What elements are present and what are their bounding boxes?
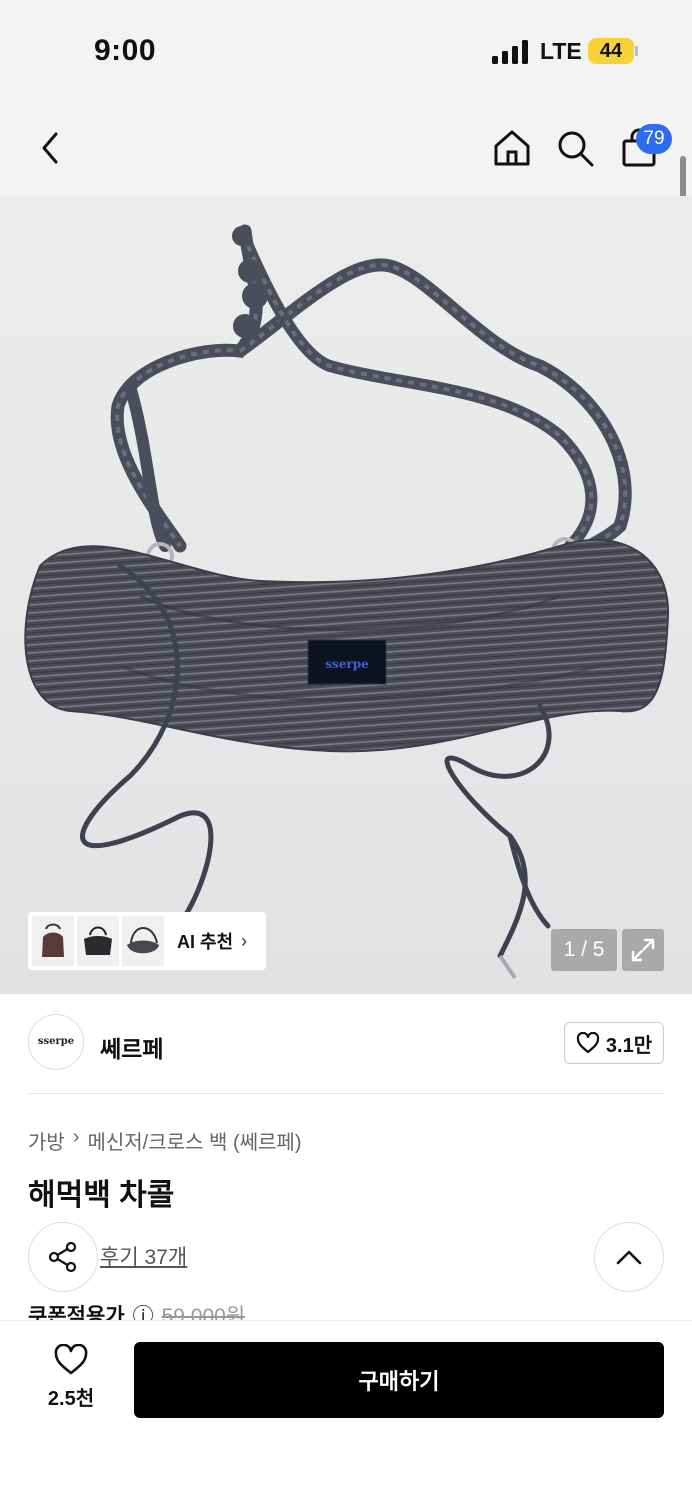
wish-count: 2.5천 — [47, 1388, 95, 1410]
battery-tip — [635, 46, 638, 56]
breadcrumb: 가방 › 메신저/크로스 백 (쎄르페) — [28, 1126, 301, 1155]
brand-name[interactable]: 쎄르페 — [100, 1030, 163, 1064]
chevron-right-icon: › — [72, 1126, 80, 1148]
search-button[interactable] — [553, 126, 597, 170]
breadcrumb-item-subcategory[interactable]: 메신저/크로스 백 (쎄르페) — [87, 1126, 301, 1155]
coupon-price-label: 쿠폰적용가 — [28, 1305, 125, 1320]
info-icon[interactable]: ⓘ — [133, 1300, 154, 1320]
brand-like-button[interactable]: 3.1만 — [564, 1022, 664, 1064]
home-button[interactable] — [490, 126, 534, 170]
bag-label-text: sserpe — [325, 657, 369, 671]
cart-badge: 79 — [636, 124, 672, 154]
ai-recommend-label: AI 추천 — [177, 932, 234, 952]
heart-icon — [54, 1344, 88, 1375]
ai-thumb-3[interactable] — [122, 916, 164, 966]
battery-icon: 44 — [588, 38, 634, 64]
breadcrumb-item-category[interactable]: 가방 — [28, 1126, 65, 1155]
heart-icon — [576, 1032, 600, 1054]
brand-logo[interactable]: sserpe — [28, 1014, 84, 1070]
status-time: 9:00 — [94, 34, 157, 67]
review-link[interactable]: 후기 37개 — [100, 1241, 187, 1271]
status-bar: 9:00 LTE 44 — [0, 0, 692, 100]
back-icon — [42, 132, 58, 164]
price-row: 쿠폰적용가 ⓘ 59,000원 — [28, 1300, 245, 1320]
home-icon — [494, 130, 530, 166]
network-label: LTE — [540, 38, 582, 64]
brand-logo-text: sserpe — [37, 1036, 75, 1047]
bag-illustration: sserpe — [24, 224, 670, 980]
back-button[interactable] — [28, 126, 72, 170]
original-price: 59,000원 — [161, 1305, 246, 1320]
brand-row: sserpe 쎄르페 3.1만 — [28, 1014, 664, 1074]
ai-thumb-2[interactable] — [77, 916, 119, 966]
expand-button[interactable] — [622, 929, 664, 971]
nav-bar — [0, 100, 692, 196]
image-page-counter: 1 / 5 — [551, 929, 617, 971]
brand-like-count: 3.1만 — [605, 1034, 653, 1057]
product-title: 해먹백 차콜 — [28, 1179, 175, 1212]
product-image[interactable]: sserpe — [0, 196, 692, 994]
signal-icon — [492, 40, 528, 64]
chevron-right-icon: › — [241, 930, 248, 951]
buy-button[interactable]: 구매하기 — [134, 1342, 664, 1418]
scroll-top-button[interactable] — [594, 1222, 664, 1292]
divider — [28, 1093, 664, 1094]
ai-thumb-1[interactable] — [32, 916, 74, 966]
search-icon — [558, 131, 594, 167]
expand-icon — [631, 938, 655, 962]
wish-button[interactable]: 2.5천 — [36, 1344, 106, 1416]
chevron-up-icon — [616, 1250, 642, 1265]
ai-recommend-card[interactable]: AI 추천 › — [28, 912, 266, 970]
share-icon — [48, 1241, 77, 1273]
share-button[interactable] — [28, 1222, 98, 1292]
